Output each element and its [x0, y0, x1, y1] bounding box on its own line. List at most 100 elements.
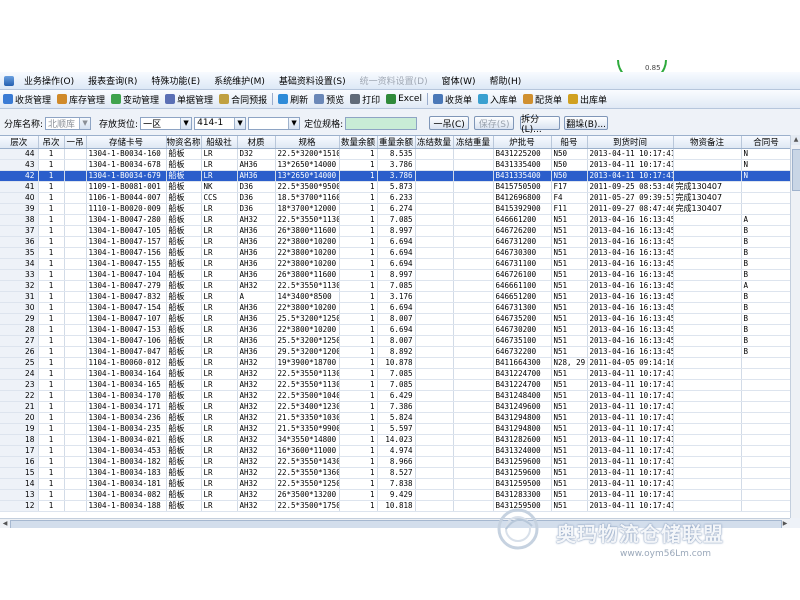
table-cell[interactable]: 6.694: [377, 302, 416, 314]
table-cell[interactable]: 17: [0, 445, 39, 457]
table-cell[interactable]: 8.007: [377, 313, 416, 325]
table-cell[interactable]: 38: [0, 214, 39, 226]
table-cell[interactable]: [64, 456, 87, 468]
table-cell[interactable]: 船板: [166, 379, 202, 391]
table-cell[interactable]: 2013-04-11 10:17:41: [587, 159, 674, 171]
table-cell[interactable]: 1: [339, 357, 378, 369]
table-cell[interactable]: LR: [201, 478, 238, 490]
table-cell[interactable]: [453, 280, 494, 292]
table-cell[interactable]: 1: [339, 335, 378, 347]
table-cell[interactable]: [415, 368, 454, 380]
table-cell[interactable]: 1304-1-B0047-106: [86, 335, 167, 347]
table-row[interactable]: 14 1 1304-1-B0034-181 船板 LR AH32 22.5*3550*125…: [0, 478, 790, 490]
table-cell[interactable]: 41: [0, 181, 39, 193]
column-header[interactable]: 一吊: [64, 136, 87, 149]
table-cell[interactable]: 29: [0, 313, 39, 325]
table-cell[interactable]: 1: [339, 456, 378, 468]
table-cell[interactable]: [64, 467, 87, 479]
toolbar-button-12[interactable]: 出库单: [565, 93, 610, 106]
table-cell[interactable]: 1106-1-B0044-007: [86, 192, 167, 204]
column-header[interactable]: 层次: [0, 136, 39, 149]
table-cell[interactable]: LR: [201, 489, 238, 501]
table-cell[interactable]: 船板: [166, 456, 202, 468]
table-cell[interactable]: B: [741, 324, 790, 336]
table-cell[interactable]: 22.5*3200*15100: [275, 148, 340, 160]
table-cell[interactable]: [453, 467, 494, 479]
table-cell[interactable]: 1: [38, 291, 65, 303]
table-cell[interactable]: 1: [339, 302, 378, 314]
table-cell[interactable]: [64, 412, 87, 424]
table-cell[interactable]: AH36: [237, 313, 276, 325]
table-cell[interactable]: [64, 445, 87, 457]
table-cell[interactable]: LR: [201, 236, 238, 248]
table-cell[interactable]: AH32: [237, 445, 276, 457]
table-cell[interactable]: 8.007: [377, 335, 416, 347]
table-cell[interactable]: 1: [38, 181, 65, 193]
table-cell[interactable]: 2013-04-11 10:17:41: [587, 445, 674, 457]
table-cell[interactable]: [741, 423, 790, 435]
table-cell[interactable]: AH36: [237, 225, 276, 237]
table-cell[interactable]: 16*3600*11000: [275, 445, 340, 457]
table-cell[interactable]: 1304-1-B0034-236: [86, 412, 167, 424]
table-cell[interactable]: [673, 423, 742, 435]
table-cell[interactable]: N51: [551, 379, 588, 391]
table-cell[interactable]: [415, 412, 454, 424]
table-cell[interactable]: 船板: [166, 478, 202, 490]
table-cell[interactable]: 船板: [166, 203, 202, 215]
table-cell[interactable]: 1304-1-B0034-453: [86, 445, 167, 457]
table-cell[interactable]: [64, 291, 87, 303]
table-cell[interactable]: [64, 148, 87, 160]
table-cell[interactable]: 2013-04-11 10:17:41: [587, 489, 674, 501]
table-cell[interactable]: N50: [551, 159, 588, 171]
table-cell[interactable]: 24: [0, 368, 39, 380]
table-cell[interactable]: [741, 181, 790, 193]
table-cell[interactable]: [673, 225, 742, 237]
table-cell[interactable]: LR: [201, 346, 238, 358]
table-cell[interactable]: 船板: [166, 148, 202, 160]
table-cell[interactable]: 6.694: [377, 247, 416, 259]
table-cell[interactable]: D36: [237, 192, 276, 204]
table-cell[interactable]: [673, 148, 742, 160]
table-cell[interactable]: 2013-04-16 16:13:45: [587, 258, 674, 270]
table-cell[interactable]: B431283300: [493, 489, 552, 501]
table-cell[interactable]: N51: [551, 412, 588, 424]
table-cell[interactable]: [453, 401, 494, 413]
table-cell[interactable]: 3.176: [377, 291, 416, 303]
table-row[interactable]: 16 1 1304-1-B0034-182 船板 LR AH32 22.5*3550*143…: [0, 456, 790, 468]
save-button[interactable]: 保存(S): [474, 116, 515, 130]
toolbar-button-3[interactable]: 单据管理: [162, 93, 216, 106]
table-cell[interactable]: N51: [551, 258, 588, 270]
table-cell[interactable]: [415, 258, 454, 270]
table-cell[interactable]: 1: [339, 445, 378, 457]
table-cell[interactable]: 1304-1-B0047-157: [86, 236, 167, 248]
table-cell[interactable]: N51: [551, 236, 588, 248]
table-cell[interactable]: [673, 368, 742, 380]
table-cell[interactable]: 7.085: [377, 368, 416, 380]
table-cell[interactable]: 1: [339, 313, 378, 325]
table-row[interactable]: 34 1 1304-1-B0047-155 船板 LR AH36 22*3800*10200…: [0, 258, 790, 270]
table-cell[interactable]: LR: [201, 170, 238, 182]
table-cell[interactable]: 27: [0, 335, 39, 347]
table-cell[interactable]: LR: [201, 214, 238, 226]
table-cell[interactable]: 船板: [166, 335, 202, 347]
table-row[interactable]: 39 1 1110-1-B0020-009 船板 LR D36 18*3700*12000 1…: [0, 203, 790, 215]
table-cell[interactable]: B431224700: [493, 379, 552, 391]
table-cell[interactable]: B431224700: [493, 368, 552, 380]
table-cell[interactable]: 21: [0, 401, 39, 413]
column-header[interactable]: 冻结重量: [453, 136, 494, 149]
table-cell[interactable]: 42: [0, 170, 39, 182]
table-row[interactable]: 33 1 1304-1-B0047-104 船板 LR AH36 26*3800*11600…: [0, 269, 790, 281]
table-cell[interactable]: 船板: [166, 247, 202, 259]
table-cell[interactable]: 1: [38, 335, 65, 347]
table-cell[interactable]: [741, 192, 790, 204]
table-cell[interactable]: 1304-1-B0034-181: [86, 478, 167, 490]
menu-item-6[interactable]: 窗体(W): [435, 74, 483, 87]
table-cell[interactable]: [415, 467, 454, 479]
column-header[interactable]: 炉批号: [493, 136, 552, 149]
table-cell[interactable]: LR: [201, 500, 238, 512]
table-cell[interactable]: [415, 291, 454, 303]
table-row[interactable]: 17 1 1304-1-B0034-453 船板 LR AH32 16*3600*11000…: [0, 445, 790, 457]
table-cell[interactable]: [453, 423, 494, 435]
table-cell[interactable]: 1304-1-B0034-183: [86, 467, 167, 479]
table-cell[interactable]: 1: [339, 324, 378, 336]
